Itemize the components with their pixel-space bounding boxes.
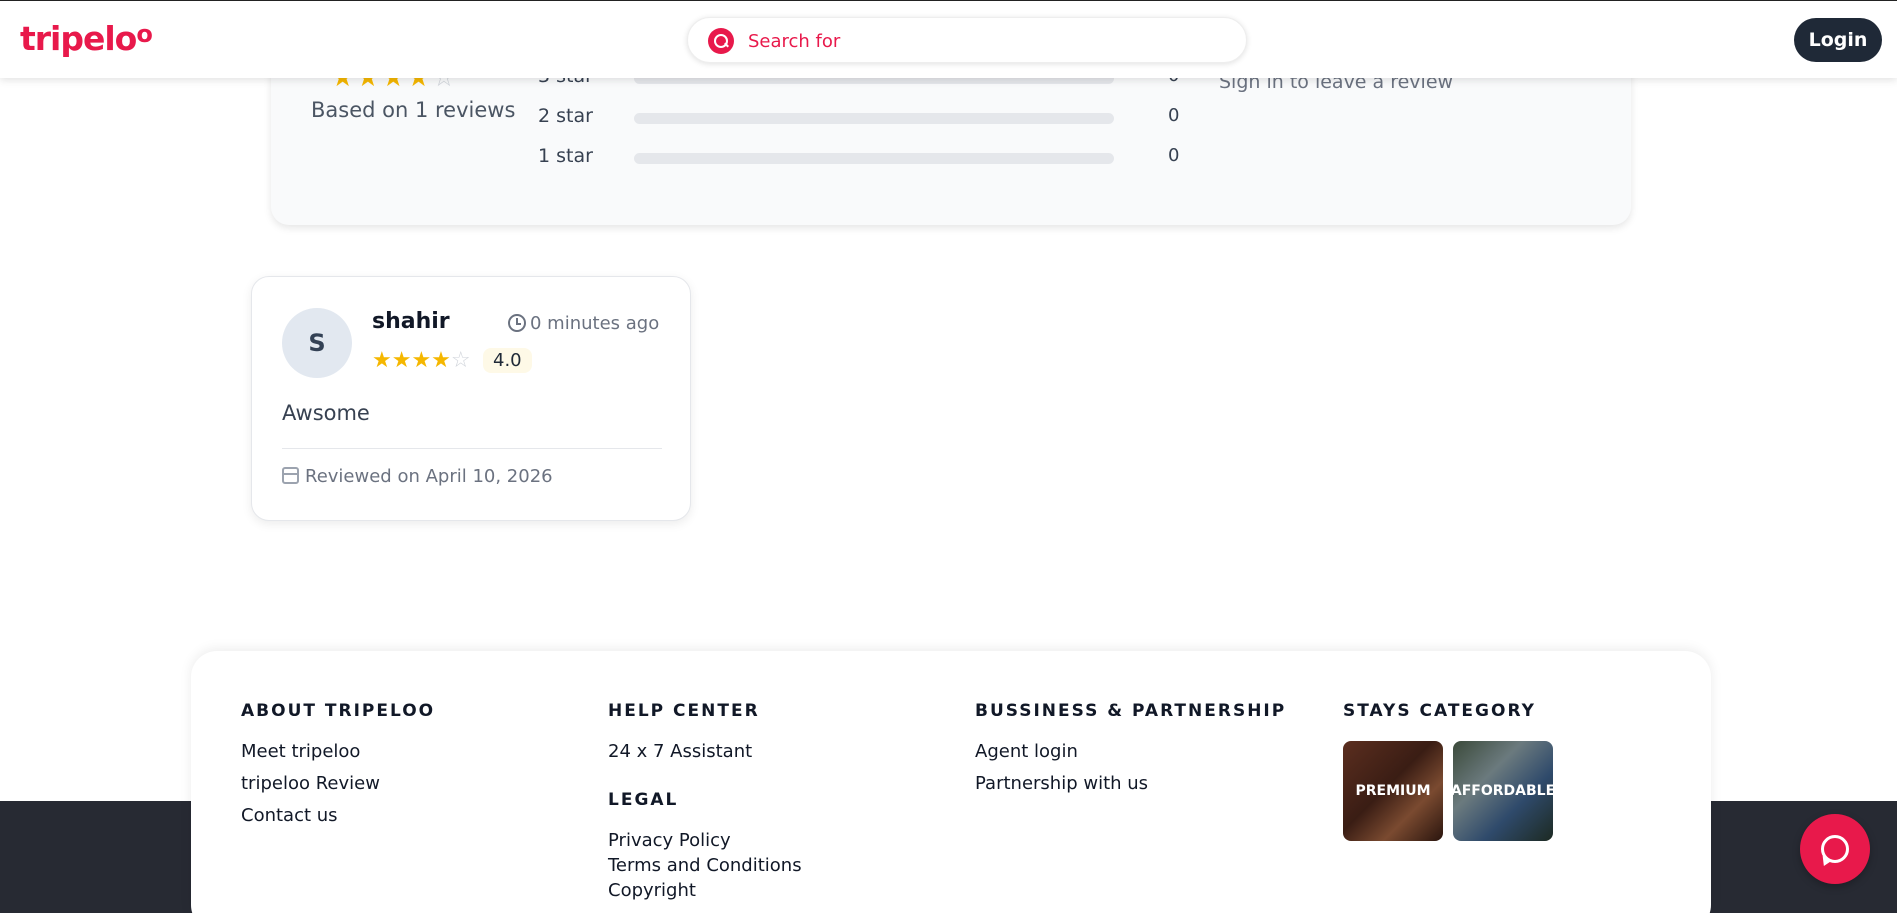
rating-badge: 4.0 — [483, 348, 532, 373]
rating-bar-row: 1 star 0 — [538, 145, 1238, 169]
bar-track — [634, 153, 1114, 164]
bar-label: 2 star — [538, 105, 593, 127]
bar-count: 0 — [1168, 145, 1180, 166]
footer-title-business: BUSSINESS & PARTNERSHIP — [975, 701, 1287, 721]
footer-col-business: BUSSINESS & PARTNERSHIP Agent login Part… — [975, 701, 1286, 805]
footer-link-assistant[interactable]: 24 x 7 Assistant — [608, 741, 802, 762]
footer-title-help: HELP CENTER — [608, 701, 760, 721]
login-button[interactable]: Login — [1794, 18, 1882, 62]
bar-track — [634, 113, 1114, 124]
footer-col-help: HELP CENTER 24 x 7 Assistant LEGAL Priva… — [608, 701, 802, 905]
reviewed-on: Reviewed on April 10, 2026 — [282, 466, 553, 487]
footer-col-stays: STAYS CATEGORY PREMIUM AFFORDABLE — [1343, 701, 1553, 841]
search-icon[interactable] — [708, 28, 734, 54]
top-header: tripeloo Login — [0, 0, 1897, 78]
reviewer-name: shahir — [372, 309, 450, 334]
footer-link-agent[interactable]: Agent login — [975, 741, 1286, 762]
rating-bar-row: 2 star 0 — [538, 105, 1238, 129]
reviewed-on-text: Reviewed on April 10, 2026 — [305, 466, 553, 487]
footer-link-review[interactable]: tripeloo Review — [241, 773, 435, 794]
calendar-icon — [282, 467, 299, 484]
stars-empty: ☆ — [450, 348, 471, 373]
logo-suffix: o — [136, 20, 152, 48]
review-stars: ★★★★☆ — [372, 348, 471, 373]
footer-link-copyright[interactable]: Copyright — [608, 880, 802, 901]
stars-filled: ★★★★ — [372, 348, 451, 373]
footer-title-legal: LEGAL — [608, 790, 679, 810]
footer-link-meet[interactable]: Meet tripeloo — [241, 741, 435, 762]
stay-tile-affordable[interactable]: AFFORDABLE — [1453, 741, 1553, 841]
review-time: 0 minutes ago — [508, 313, 659, 334]
search-input[interactable] — [748, 28, 1228, 54]
review-text: Awsome — [282, 401, 370, 425]
footer-link-partnership[interactable]: Partnership with us — [975, 773, 1286, 794]
brand-logo[interactable]: tripeloo — [20, 19, 153, 58]
stay-tile-premium[interactable]: PREMIUM — [1343, 741, 1443, 841]
bar-label: 1 star — [538, 145, 593, 167]
bar-count: 0 — [1168, 105, 1180, 126]
logo-text: tripelo — [20, 19, 137, 58]
footer-card: ABOUT TRIPELOO Meet tripeloo tripeloo Re… — [191, 651, 1711, 913]
avatar: S — [282, 308, 352, 378]
footer-link-privacy[interactable]: Privacy Policy — [608, 830, 802, 851]
search-bar[interactable] — [687, 17, 1247, 63]
whatsapp-icon — [1821, 835, 1849, 863]
time-ago: 0 minutes ago — [530, 313, 660, 334]
footer-col-about: ABOUT TRIPELOO Meet tripeloo tripeloo Re… — [241, 701, 435, 837]
footer-title-about: ABOUT TRIPELOO — [241, 701, 436, 721]
clock-icon — [508, 314, 526, 332]
based-on-text: Based on 1 reviews — [311, 98, 516, 122]
whatsapp-button[interactable] — [1800, 814, 1870, 884]
review-card: S shahir 0 minutes ago ★★★★☆ 4.0 Awsome … — [251, 276, 691, 521]
divider — [282, 448, 662, 449]
footer-link-contact[interactable]: Contact us — [241, 805, 435, 826]
footer-link-terms[interactable]: Terms and Conditions — [608, 855, 802, 876]
stay-tiles: PREMIUM AFFORDABLE — [1343, 741, 1553, 841]
footer-title-stays: STAYS CATEGORY — [1343, 701, 1536, 721]
